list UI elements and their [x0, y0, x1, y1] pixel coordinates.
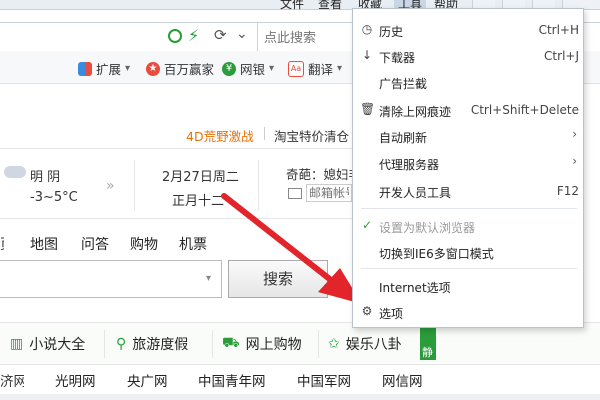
check-icon: ✓ [361, 218, 373, 232]
tools-menu: ◷ 历史 Ctrl+H ↓ 下载器 Ctrl+J 广告拦截 🗑 清除上网痕迹 C… [352, 8, 584, 328]
menu-item-set-default: ✓ 设置为默认浏览器 [361, 218, 476, 235]
menu-item-clear-history[interactable]: 🗑 清除上网痕迹 Ctrl+Shift+Delete [353, 97, 583, 123]
clock-icon: ◷ [361, 22, 373, 36]
menu-item-adblock[interactable]: 广告拦截 [353, 69, 583, 95]
chevron-right-icon: › [572, 127, 577, 141]
menu-item-devtools[interactable]: 开发人员工具 F12 [353, 178, 583, 204]
trash-icon: 🗑 [360, 102, 376, 116]
menu-item-downloader[interactable]: ↓ 下载器 Ctrl+J [353, 43, 583, 69]
menu-separator [361, 208, 577, 209]
menu-item-ie6-mode[interactable]: 切换到IE6多窗口模式 [353, 239, 583, 265]
menu-item-options[interactable]: ⚙ 选项 [353, 299, 583, 325]
menu-item-internet-options[interactable]: Internet选项 [353, 273, 583, 299]
gear-icon: ⚙ [361, 304, 373, 318]
menu-item-proxy[interactable]: 代理服务器 › [353, 150, 583, 176]
menu-item-history[interactable]: ◷ 历史 Ctrl+H [353, 17, 583, 43]
download-icon: ↓ [361, 48, 373, 62]
chevron-right-icon: › [572, 154, 577, 168]
menu-separator [361, 268, 577, 269]
menu-item-auto-refresh[interactable]: 自动刷新 › [353, 123, 583, 149]
arrow-shaft [221, 193, 339, 287]
